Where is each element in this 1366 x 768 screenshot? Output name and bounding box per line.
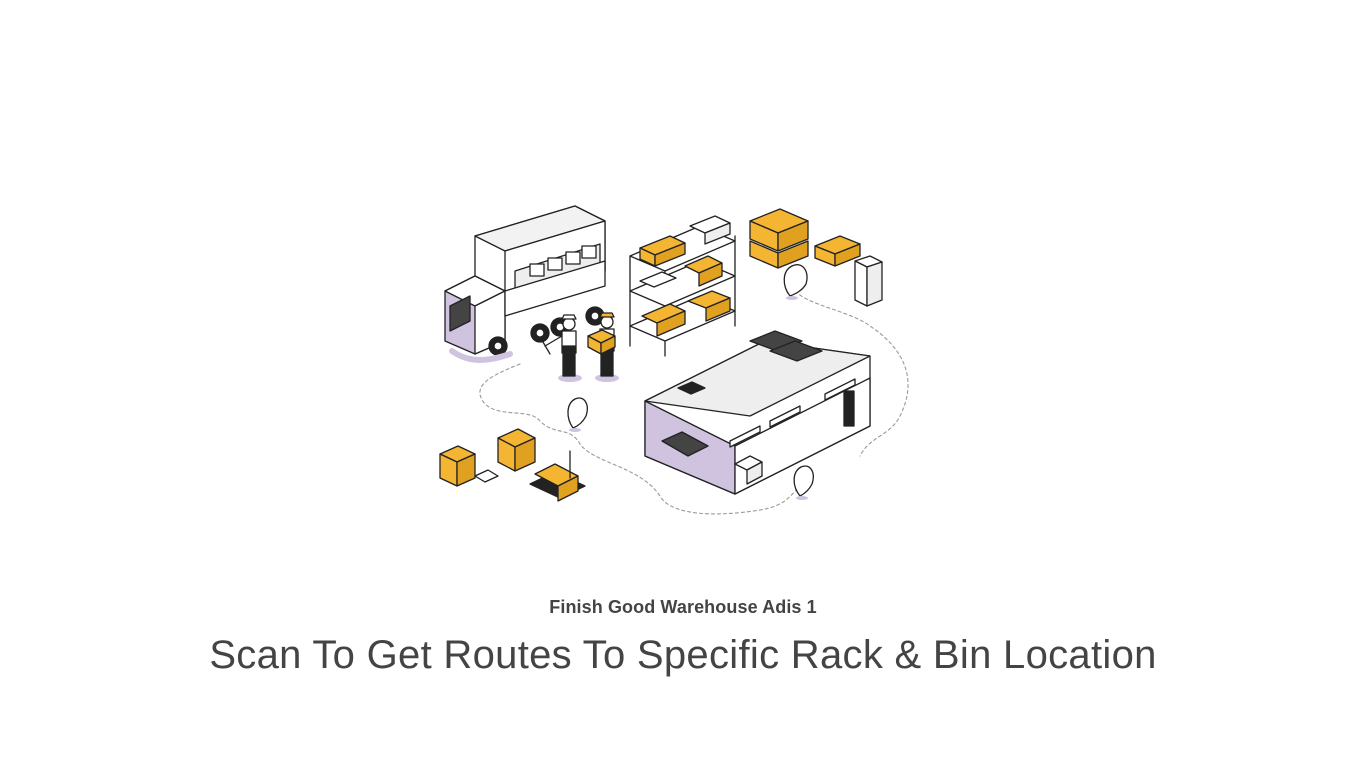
location-pin-icon — [567, 397, 588, 432]
delivery-truck-icon — [444, 205, 606, 363]
location-pin-icon — [793, 465, 814, 500]
location-pin-icon — [783, 264, 808, 300]
worker-scanning-icon — [542, 314, 582, 382]
storage-rack-icon — [629, 215, 736, 357]
scan-instruction-heading: Scan To Get Routes To Specific Rack & Bi… — [209, 633, 1157, 677]
warehouse-building-icon — [644, 330, 871, 495]
warehouse-name: Finish Good Warehouse Adis 1 — [549, 597, 817, 617]
warehouse-logistics-illustration — [439, 205, 909, 515]
pallet-boxes-icon — [439, 428, 586, 502]
stacked-boxes-icon — [749, 208, 883, 307]
